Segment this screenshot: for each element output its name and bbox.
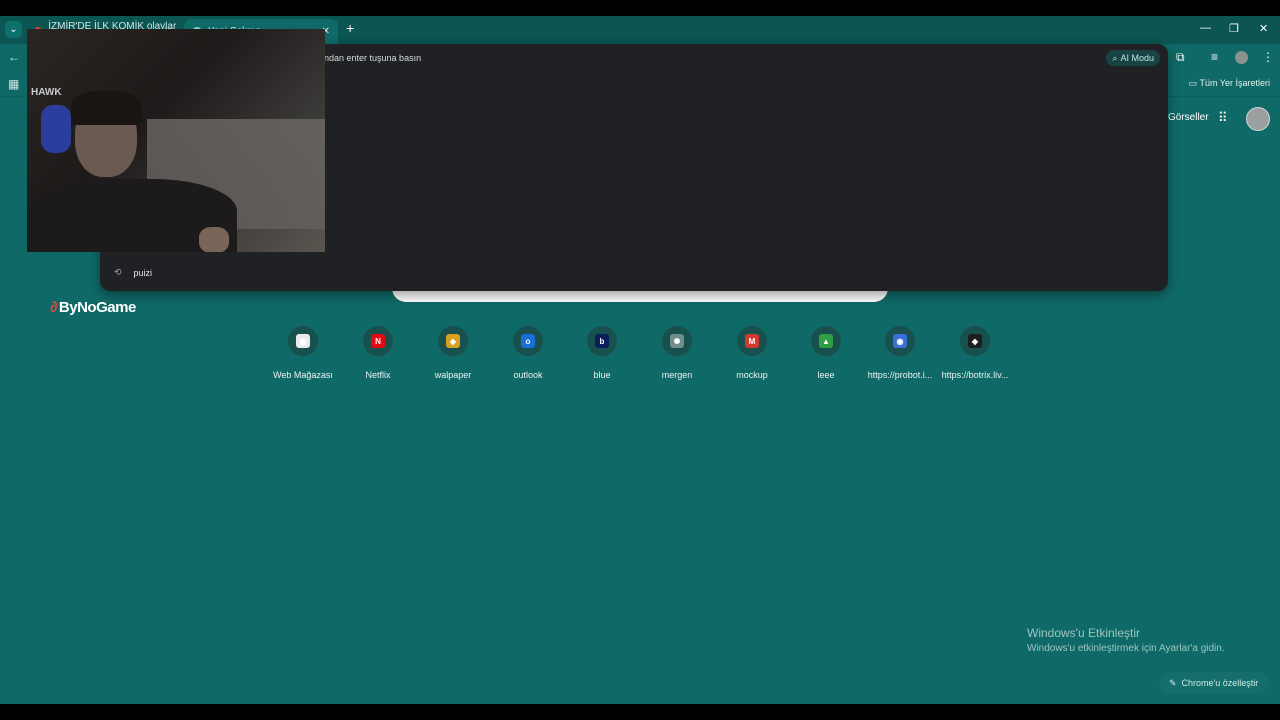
shortcut-tile[interactable]: Mmockup (715, 326, 789, 380)
ai-mode-label: AI Modu (1120, 53, 1154, 63)
google-account-avatar[interactable] (1246, 107, 1270, 131)
shortcut-tile[interactable]: b blue (565, 326, 639, 380)
shortcut-label: Netflix (365, 370, 391, 380)
history-clock-icon: ⟲ (114, 267, 122, 277)
hawk-logo: HAWK (31, 87, 62, 98)
streamer-hair (71, 91, 141, 125)
suggestion-item[interactable]: ⟲ puizi (114, 267, 152, 278)
ai-search-icon: ⌕ (1112, 52, 1118, 63)
shortcut-icon-circle: o (513, 326, 543, 356)
shortcut-label: mergen (661, 370, 693, 380)
shortcut-favicon-icon: ▣ (296, 334, 310, 348)
omnibox-hint: ndan enter tuşuna basın (324, 53, 422, 63)
windows-activation-title: Windows'u Etkinleştir (1027, 626, 1140, 640)
headset-icon (41, 105, 71, 153)
streamer-hand (199, 227, 229, 252)
shortcut-tile[interactable]: N Netflix (341, 326, 415, 380)
customize-chrome-label: Chrome'u özelleştir (1181, 678, 1259, 688)
customize-chrome-button[interactable]: ✎ Chrome'u özelleştir (1159, 672, 1269, 694)
shortcut-icon-circle: ✺ (662, 326, 692, 356)
shortcut-favicon-icon: N (371, 334, 385, 348)
shortcut-icon-circle: ▣ (288, 326, 318, 356)
shortcut-favicon-icon: o (521, 334, 535, 348)
shortcut-label: mockup (736, 370, 768, 380)
shortcut-tile[interactable]: ▣ Web Mağazası (266, 326, 340, 380)
ai-mode-button[interactable]: ⌕ AI Modu (1106, 50, 1160, 66)
minimize-icon[interactable]: — (1200, 22, 1211, 34)
tab-search-icon[interactable]: ⌄ (5, 21, 22, 38)
shortcut-label: walpaper (434, 370, 472, 380)
profile-avatar[interactable] (1235, 51, 1248, 64)
shortcut-label: blue (593, 370, 611, 380)
shortcut-icon-circle: M (737, 326, 767, 356)
shortcut-favicon-icon: ✺ (670, 334, 684, 348)
shortcut-tile[interactable]: ◆ https://botrix.liv... (938, 326, 1012, 380)
shortcut-favicon-icon: ▲ (819, 334, 833, 348)
shortcut-icon-circle: ◆ (960, 326, 990, 356)
shortcut-tile[interactable]: ✺ mergen (640, 326, 714, 380)
media-queue-icon[interactable]: ≡ (1211, 50, 1218, 64)
extensions-icon[interactable]: ⧉ (1176, 50, 1185, 65)
shortcut-label: https://botrix.liv... (941, 370, 1009, 380)
shortcut-favicon-icon: ◉ (893, 334, 907, 348)
shortcut-favicon-icon: ◆ (446, 334, 460, 348)
back-arrow-icon[interactable]: ← (8, 50, 20, 64)
shortcut-icon-circle: ▲ (811, 326, 841, 356)
shortcut-tile[interactable]: ◆ walpaper (416, 326, 490, 380)
shortcut-favicon-icon: M (745, 334, 759, 348)
bynogame-logo: ∂ ByNoGame (50, 299, 136, 316)
restore-icon[interactable]: ❐ (1229, 22, 1239, 35)
shortcut-icon-circle: b (587, 326, 617, 356)
pencil-icon: ✎ (1169, 677, 1177, 688)
windows-activation-subtitle: Windows'u etkinleştirmek için Ayarlar'a … (1027, 643, 1225, 654)
shortcut-label: outlook (513, 370, 543, 380)
apps-grid-icon[interactable]: ▦ (8, 77, 19, 91)
shortcut-icon-circle: ◆ (438, 326, 468, 356)
menu-kebab-icon[interactable]: ⋮ (1262, 50, 1274, 64)
shortcut-favicon-icon: b (595, 334, 609, 348)
bynogame-mark-icon: ∂ (50, 299, 57, 316)
webcam-overlay: HAWK (27, 29, 325, 252)
shortcut-icon-circle: ◉ (885, 326, 915, 356)
new-tab-plus-icon[interactable]: + (346, 20, 354, 36)
shortcut-favicon-icon: ◆ (968, 334, 982, 348)
shortcut-tile[interactable]: ◉ https://probot.i... (863, 326, 937, 380)
all-bookmarks-label: Tüm Yer İşaretleri (1199, 78, 1270, 88)
shortcut-icon-circle: N (363, 326, 393, 356)
close-window-icon[interactable]: ✕ (1259, 22, 1268, 35)
all-bookmarks-folder[interactable]: ▭ Tüm Yer İşaretleri (1189, 78, 1270, 89)
shortcut-tile[interactable]: o outlook (491, 326, 565, 380)
google-apps-icon[interactable]: ⠿ (1218, 110, 1228, 126)
browser-window: ⌄ İZMİR'DE İLK KOMİK olaylar SCA... ✕ Ye… (0, 16, 1280, 704)
bynogame-text: ByNoGame (58, 299, 136, 316)
shortcut-label: Web Mağazası (273, 370, 333, 380)
shortcut-label: leee (817, 370, 835, 380)
shortcut-tile[interactable]: ▲ leee (789, 326, 863, 380)
suggestion-text: puizi (133, 267, 153, 278)
shortcut-label: https://probot.i... (867, 370, 933, 380)
images-link[interactable]: Görseller (1168, 112, 1209, 123)
